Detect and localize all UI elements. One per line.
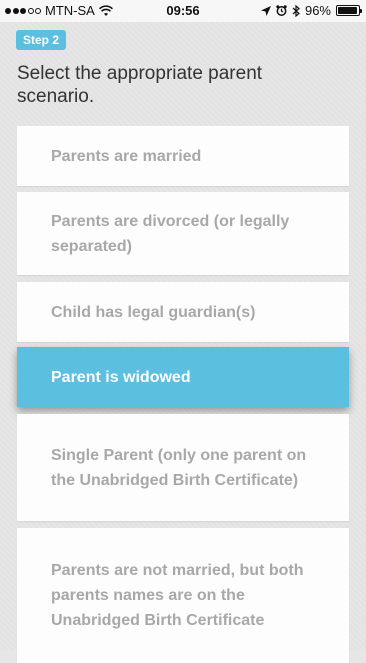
page-title: Select the appropriate parent scenario. <box>17 63 263 107</box>
option-parents-married[interactable]: Parents are married <box>17 126 349 186</box>
battery-percent: 96% <box>304 3 331 18</box>
option-label: Parents are not married, but both parent… <box>51 562 304 629</box>
bluetooth-icon <box>292 4 300 17</box>
status-right: 96% <box>260 3 362 18</box>
battery-fill <box>338 7 358 14</box>
option-parent-widowed[interactable]: Parent is widowed <box>17 347 349 407</box>
option-single-parent[interactable]: Single Parent (only one parent on the Un… <box>17 414 349 521</box>
status-bar: MTN-SA 09:56 96% <box>0 0 366 22</box>
option-label: Child has legal guardian(s) <box>51 303 256 321</box>
option-label: Parents are divorced (or legally separat… <box>51 212 290 255</box>
option-legal-guardian[interactable]: Child has legal guardian(s) <box>17 282 349 342</box>
option-label: Single Parent (only one parent on the Un… <box>51 446 307 489</box>
option-label: Parent is widowed <box>51 368 191 386</box>
location-icon <box>260 5 271 16</box>
option-parents-not-married[interactable]: Parents are not married, but both parent… <box>17 528 349 663</box>
main-content: Step 2 Select the appropriate parent sce… <box>0 22 366 663</box>
step-badge: Step 2 <box>16 30 67 50</box>
battery-icon <box>336 5 362 16</box>
option-parents-divorced[interactable]: Parents are divorced (or legally separat… <box>17 192 349 275</box>
option-label: Parents are married <box>51 147 202 165</box>
alarm-icon <box>276 5 287 16</box>
